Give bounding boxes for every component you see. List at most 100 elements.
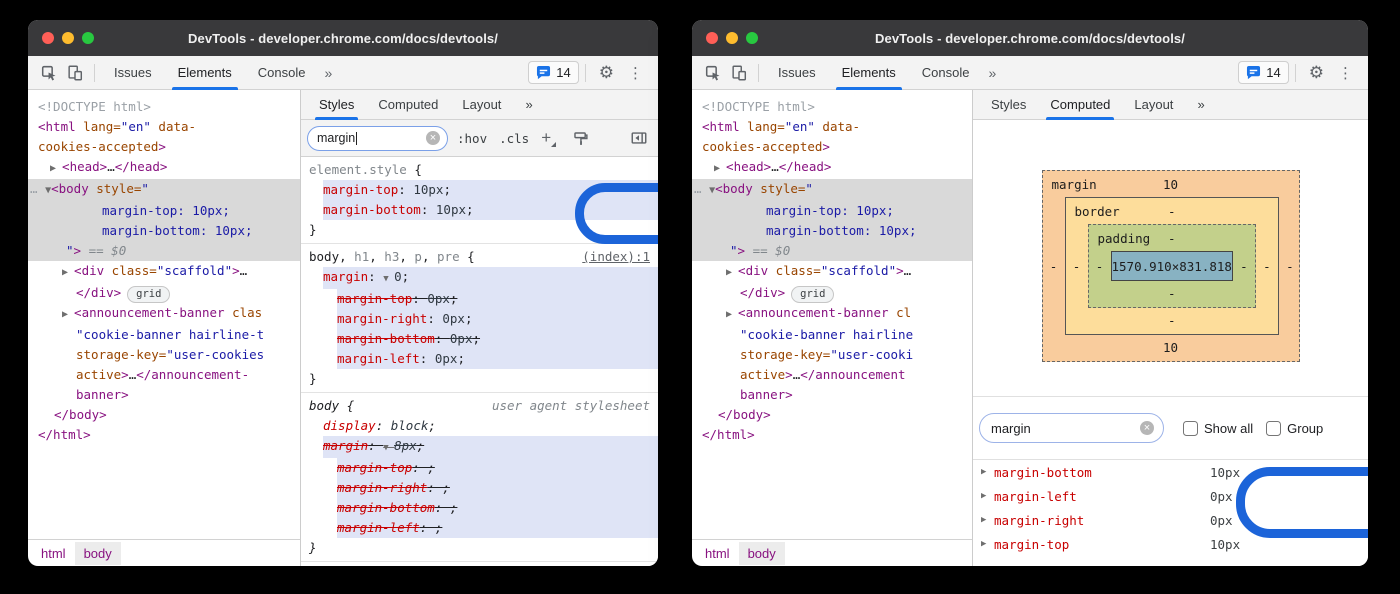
style-declaration[interactable]: margin-left: 0px; (301, 349, 658, 369)
dom-tree-node[interactable]: ▶ <div class="scaffold">… (28, 261, 300, 283)
expand-arrow-icon[interactable]: ▶ (981, 539, 994, 549)
tab-console[interactable]: Console (909, 56, 983, 90)
style-declaration[interactable]: body {user agent stylesheet (301, 396, 658, 416)
titlebar[interactable]: DevTools - developer.chrome.com/docs/dev… (28, 20, 658, 56)
style-declaration[interactable]: margin-bottom: 10px; (301, 200, 658, 220)
computed-property-row[interactable]: ▶margin-right0px (973, 508, 1368, 532)
dom-tree-node[interactable]: <!DOCTYPE html> (28, 97, 300, 117)
margin-right-value[interactable]: - (1279, 197, 1301, 335)
device-toolbar-icon[interactable] (62, 60, 88, 86)
dom-tree-node[interactable]: banner> (692, 385, 972, 405)
dom-tree-node[interactable]: banner> (28, 385, 300, 405)
margin-bottom-value[interactable]: 10 (1043, 335, 1299, 361)
breadcrumb-item-body[interactable]: body (739, 542, 785, 565)
style-declaration[interactable]: } (301, 220, 658, 240)
clear-filter-icon[interactable]: × (426, 131, 440, 145)
dom-tree-node[interactable]: <html lang="en" data- (692, 117, 972, 137)
dom-tree-node[interactable]: … ▼<body style=" (28, 179, 300, 201)
panel-tab-layout[interactable]: Layout (1122, 90, 1185, 120)
panel-tab-computed[interactable]: Computed (366, 90, 450, 120)
style-declaration[interactable]: margin-right: 0px; (301, 309, 658, 329)
dom-tree-node[interactable]: storage-key="user-cookies (28, 345, 300, 365)
style-declaration[interactable]: display: block; (301, 416, 658, 436)
breadcrumb-item-body[interactable]: body (75, 542, 121, 565)
device-toolbar-icon[interactable] (726, 60, 752, 86)
settings-gear-icon[interactable]: ⚙ (1302, 63, 1331, 83)
style-declaration[interactable]: element.style { (301, 160, 658, 180)
inspect-element-icon[interactable] (700, 60, 726, 86)
zoom-window-button[interactable] (82, 32, 94, 44)
dom-tree-node[interactable]: </div>grid (28, 283, 300, 303)
dom-tree-node[interactable]: ▶ <announcement-banner clas (28, 303, 300, 325)
computed-property-row[interactable]: ▶margin-bottom10px (973, 460, 1368, 484)
margin-left-value[interactable]: - (1043, 197, 1065, 335)
dom-tree-node[interactable]: margin-bottom: 10px; (28, 221, 300, 241)
style-declaration[interactable]: margin-right: ; (301, 478, 658, 498)
padding-bottom-value[interactable]: - (1089, 281, 1255, 307)
messages-badge[interactable]: 14 (1238, 61, 1288, 84)
kebab-menu-icon[interactable]: ⋮ (621, 64, 650, 82)
tab-console[interactable]: Console (245, 56, 319, 90)
dom-tree-node[interactable]: "cookie-banner hairline-t (28, 325, 300, 345)
style-declaration[interactable]: margin: ▼ 8px; (301, 436, 658, 458)
dom-tree-node[interactable]: active>…</announcement- (28, 365, 300, 385)
tab-elements[interactable]: Elements (829, 56, 909, 90)
dom-tree-node[interactable]: "> == $0 (692, 241, 972, 261)
dom-tree-node[interactable]: </html> (692, 425, 972, 445)
titlebar[interactable]: DevTools - developer.chrome.com/docs/dev… (692, 20, 1368, 56)
element-classes-button[interactable]: .cls (499, 131, 529, 146)
padding-right-value[interactable]: - (1233, 251, 1255, 281)
dom-tree-node[interactable]: <html lang="en" data- (28, 117, 300, 137)
toggle-element-state-button[interactable]: :hov (457, 131, 487, 146)
computed-filter-input[interactable]: margin × (979, 413, 1164, 443)
panel-tab-computed[interactable]: Computed (1038, 90, 1122, 120)
grid-badge[interactable]: grid (127, 286, 170, 303)
style-declaration[interactable]: body, h1, h3, p, pre {(index):1 (301, 247, 658, 267)
tab-issues[interactable]: Issues (101, 56, 165, 90)
box-model-border[interactable]: - border - - padding (1065, 197, 1279, 335)
panel-tab-styles[interactable]: Styles (307, 90, 366, 120)
more-tabs-button[interactable]: » (318, 56, 338, 90)
more-panel-tabs-button[interactable]: » (513, 90, 544, 120)
dom-tree-node[interactable]: </body> (692, 405, 972, 425)
tab-issues[interactable]: Issues (765, 56, 829, 90)
dom-tree-node[interactable]: … ▼<body style=" (692, 179, 972, 201)
dom-tree-node[interactable]: </body> (28, 405, 300, 425)
box-model-padding[interactable]: - padding - 1570.910×831.818 - - (1088, 224, 1256, 308)
dom-tree-node[interactable]: "> == $0 (28, 241, 300, 261)
style-declaration[interactable]: } (301, 369, 658, 389)
expand-arrow-icon[interactable]: ▶ (981, 467, 994, 477)
new-style-rule-button[interactable]: + (541, 131, 556, 145)
style-declaration[interactable]: margin: ▼ 0; (301, 267, 658, 289)
inspect-element-icon[interactable] (36, 60, 62, 86)
zoom-window-button[interactable] (746, 32, 758, 44)
clear-filter-icon[interactable]: × (1140, 421, 1154, 435)
style-declaration[interactable]: margin-bottom: 0px; (301, 329, 658, 349)
rendering-emulation-icon[interactable] (567, 125, 593, 151)
close-window-button[interactable] (42, 32, 54, 44)
checkbox-show-all[interactable]: Show all (1183, 421, 1253, 436)
expand-arrow-icon[interactable]: ▶ (981, 515, 994, 525)
breadcrumb-item-html[interactable]: html (696, 542, 739, 565)
more-panel-tabs-button[interactable]: » (1185, 90, 1216, 120)
dom-tree-node[interactable]: <!DOCTYPE html> (692, 97, 972, 117)
dom-tree-node[interactable]: active>…</announcement (692, 365, 972, 385)
panel-tab-styles[interactable]: Styles (979, 90, 1038, 120)
dom-tree-node[interactable]: margin-top: 10px; (28, 201, 300, 221)
grid-badge[interactable]: grid (791, 286, 834, 303)
style-declaration[interactable]: margin-top: ; (301, 458, 658, 478)
close-window-button[interactable] (706, 32, 718, 44)
padding-left-value[interactable]: - (1089, 251, 1111, 281)
style-declaration[interactable]: margin-bottom: ; (301, 498, 658, 518)
dom-tree-node[interactable]: </html> (28, 425, 300, 445)
minimize-window-button[interactable] (726, 32, 738, 44)
computed-property-row[interactable]: ▶margin-left0px (973, 484, 1368, 508)
checkbox-box[interactable] (1266, 421, 1281, 436)
computed-property-row[interactable]: ▶margin-top10px (973, 532, 1368, 556)
box-model-margin[interactable]: 10 margin - - border - (1042, 170, 1300, 362)
kebab-menu-icon[interactable]: ⋮ (1331, 64, 1360, 82)
panel-tab-layout[interactable]: Layout (450, 90, 513, 120)
minimize-window-button[interactable] (62, 32, 74, 44)
dom-tree-node[interactable]: </div>grid (692, 283, 972, 303)
checkbox-box[interactable] (1183, 421, 1198, 436)
